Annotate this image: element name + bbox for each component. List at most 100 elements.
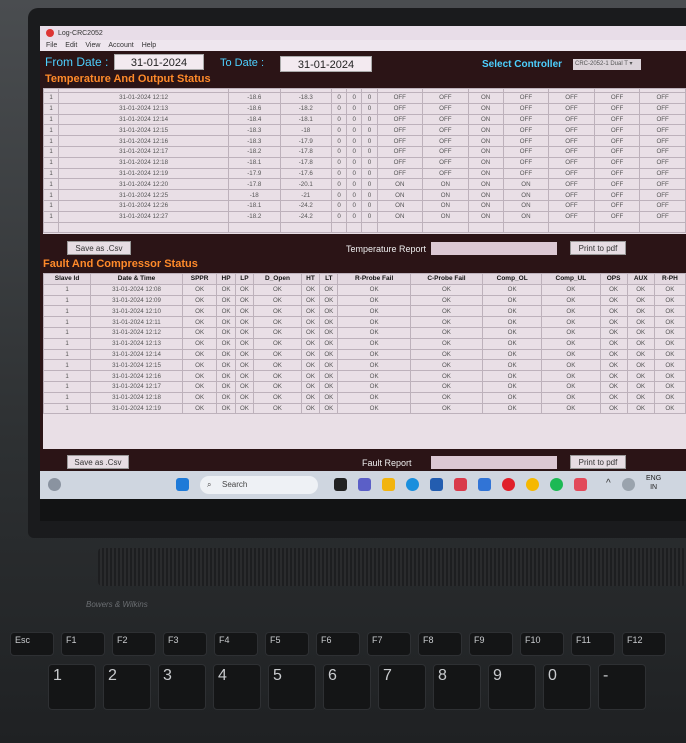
column-header[interactable]: R-Probe Fail — [337, 273, 411, 285]
menu-help[interactable]: Help — [142, 42, 156, 49]
fault-row[interactable]: 1 31-01-2024 12:08 OK OK OK OK OK OK OK OK OK OK OK O… — [43, 283, 686, 296]
key-2[interactable]: 2 — [103, 664, 151, 710]
task-view-icon[interactable] — [334, 478, 347, 491]
temperature-row[interactable]: 1 31-01-2024 12:17 -18.2 -17.8 0 0 0 OFF OFF ON OF… — [43, 145, 686, 158]
key-4[interactable]: 4 — [213, 664, 261, 710]
menu-account[interactable]: Account — [108, 42, 133, 49]
key-5[interactable]: 5 — [268, 664, 316, 710]
temperature-row[interactable]: 1 31-01-2024 12:26 -18.1 -24.2 0 0 0 ON ON ON ON OF… — [43, 199, 686, 212]
column-header[interactable]: LT — [319, 273, 339, 285]
fault-row[interactable]: 1 31-01-2024 12:14 OK OK OK OK OK OK OK OK OK OK OK O… — [43, 348, 686, 361]
key-f5[interactable]: F5 — [265, 632, 309, 656]
network-icon[interactable] — [622, 478, 635, 491]
column-header[interactable]: HP — [216, 273, 236, 285]
fault-row[interactable]: 1 31-01-2024 12:16 OK OK OK OK OK OK OK OK OK OK OK O… — [43, 370, 686, 382]
widgets-icon[interactable] — [48, 478, 61, 491]
column-header[interactable]: Date & Time — [90, 273, 183, 285]
column-header[interactable]: C-Probe Fail — [409, 273, 484, 285]
temperature-row[interactable]: 1 31-01-2024 12:16 -18.3 -17.9 0 0 0 OFF OFF ON OF… — [43, 135, 686, 147]
column-header[interactable]: HT — [300, 273, 321, 285]
key-0[interactable]: 0 — [543, 664, 591, 710]
fault-row[interactable]: 1 31-01-2024 12:13 OK OK OK OK OK OK OK OK OK OK OK O… — [43, 337, 686, 350]
to-date-input[interactable]: 31-01-2024 — [280, 56, 372, 72]
teams-icon[interactable] — [358, 478, 371, 491]
language-indicator[interactable]: ENG IN — [646, 474, 661, 492]
log-app-icon[interactable] — [574, 478, 587, 491]
key-f12[interactable]: F12 — [622, 632, 666, 656]
temperature-row[interactable]: 1 31-01-2024 12:19 -17.9 -17.6 0 0 0 OFF OFF ON OF… — [43, 167, 686, 180]
fault-row[interactable]: 1 31-01-2024 12:18 OK OK OK OK OK OK OK OK OK OK OK O… — [43, 391, 686, 404]
temperature-save-csv-button[interactable]: Save as .Csv — [67, 241, 131, 255]
temperature-row[interactable]: 1 31-01-2024 12:13 -18.6 -18.2 0 0 0 OFF OFF ON OF… — [43, 102, 686, 115]
temperature-row[interactable]: 1 31-01-2024 12:27 -18.2 -24.2 0 0 0 ON ON ON ON OF… — [43, 210, 686, 223]
fault-row[interactable]: 1 31-01-2024 12:15 OK OK OK OK OK OK OK OK OK OK OK O… — [43, 359, 686, 372]
column-header[interactable]: Comp_OL — [482, 273, 543, 285]
key-minus[interactable]: - — [598, 664, 646, 710]
table-cell: OK — [482, 402, 543, 415]
key-f4[interactable]: F4 — [214, 632, 258, 656]
key-f9[interactable]: F9 — [469, 632, 513, 656]
column-header[interactable]: Comp_UL — [541, 273, 601, 285]
fault-save-csv-button[interactable]: Save as .Csv — [67, 455, 129, 469]
menu-file[interactable]: File — [46, 42, 57, 49]
table-cell: OK — [626, 359, 655, 372]
security-icon[interactable] — [454, 478, 467, 491]
column-header[interactable]: OPS — [599, 273, 628, 285]
key-f11[interactable]: F11 — [571, 632, 615, 656]
fault-row[interactable]: 1 31-01-2024 12:09 OK OK OK OK OK OK OK OK OK OK OK O… — [43, 294, 686, 307]
key-7[interactable]: 7 — [378, 664, 426, 710]
table-cell: OK — [482, 337, 543, 350]
key-6[interactable]: 6 — [323, 664, 371, 710]
file-explorer-icon[interactable] — [382, 478, 395, 491]
key-esc[interactable]: Esc — [10, 632, 54, 656]
key-f2[interactable]: F2 — [112, 632, 156, 656]
column-header[interactable]: Slave Id — [43, 273, 92, 285]
column-header[interactable]: R-PH — [653, 273, 686, 285]
key-f1[interactable]: F1 — [61, 632, 105, 656]
taskbar-search[interactable]: ⌕ Search — [200, 476, 318, 494]
opera-icon[interactable] — [502, 478, 515, 491]
controller-select[interactable]: CRC-2052-1 Dual T ▾ — [573, 59, 641, 70]
column-header[interactable]: LP — [234, 273, 255, 285]
temperature-row[interactable]: 1 31-01-2024 12:14 -18.4 -18.1 0 0 0 OFF OFF ON OF… — [43, 113, 686, 126]
key-8[interactable]: 8 — [433, 664, 481, 710]
from-date-input[interactable]: 31-01-2024 — [114, 54, 204, 70]
key-f6[interactable]: F6 — [316, 632, 360, 656]
table-cell: 0 — [361, 167, 378, 180]
speaker-brand-logo: Bowers & Wilkins — [86, 600, 148, 609]
temperature-row[interactable]: 1 31-01-2024 12:15 -18.3 -18 0 0 0 OFF OFF ON OFF O… — [43, 124, 686, 137]
fault-row[interactable]: 1 31-01-2024 12:12 OK OK OK OK OK OK OK OK OK OK OK O… — [43, 326, 686, 339]
menu-edit[interactable]: Edit — [65, 42, 77, 49]
key-f7[interactable]: F7 — [367, 632, 411, 656]
key-f3[interactable]: F3 — [163, 632, 207, 656]
key-3[interactable]: 3 — [158, 664, 206, 710]
tray-chevron-icon[interactable]: ^ — [606, 478, 611, 489]
fault-print-pdf-button[interactable]: Print to pdf — [570, 455, 626, 469]
key-1[interactable]: 1 — [48, 664, 96, 710]
fault-row[interactable]: 1 31-01-2024 12:11 OK OK OK OK OK OK OK OK OK OK OK O… — [43, 316, 686, 328]
temperature-print-pdf-button[interactable]: Print to pdf — [570, 241, 626, 255]
key-9[interactable]: 9 — [488, 664, 536, 710]
fault-report-field[interactable] — [431, 456, 557, 469]
temperature-row[interactable]: 1 31-01-2024 12:18 -18.1 -17.8 0 0 0 OFF OFF ON OF… — [43, 156, 686, 169]
fault-row[interactable]: 1 31-01-2024 12:10 OK OK OK OK OK OK OK OK OK OK OK O… — [43, 305, 686, 318]
temperature-row[interactable]: 1 31-01-2024 12:25 -18 -21 0 0 0 ON ON ON ON OFF OFF… — [43, 189, 686, 201]
chrome-icon[interactable] — [526, 478, 539, 491]
column-header[interactable]: AUX — [626, 273, 655, 285]
temperature-report-field[interactable] — [431, 242, 557, 255]
menu-view[interactable]: View — [85, 42, 100, 49]
key-f10[interactable]: F10 — [520, 632, 564, 656]
edge-icon[interactable] — [406, 478, 419, 491]
fault-row[interactable]: 1 31-01-2024 12:19 OK OK OK OK OK OK OK OK OK OK OK O… — [43, 402, 686, 415]
temperature-row[interactable]: 1 31-01-2024 12:12 -18.6 -18.3 0 0 0 OFF OFF ON OF… — [43, 92, 686, 104]
spotify-icon[interactable] — [550, 478, 563, 491]
column-header[interactable]: SPPR — [181, 273, 218, 285]
fault-row[interactable]: 1 31-01-2024 12:17 OK OK OK OK OK OK OK OK OK OK OK O… — [43, 380, 686, 393]
key-f8[interactable]: F8 — [418, 632, 462, 656]
temperature-row[interactable]: 1 31-01-2024 12:20 -17.8 -20.1 0 0 0 ON ON ON ON OF… — [43, 178, 686, 191]
windows-start-icon[interactable] — [176, 478, 189, 491]
todo-check-icon[interactable] — [478, 478, 491, 491]
store-icon[interactable] — [430, 478, 443, 491]
table-cell: OK — [409, 402, 484, 415]
column-header[interactable]: D_Open — [253, 273, 302, 285]
